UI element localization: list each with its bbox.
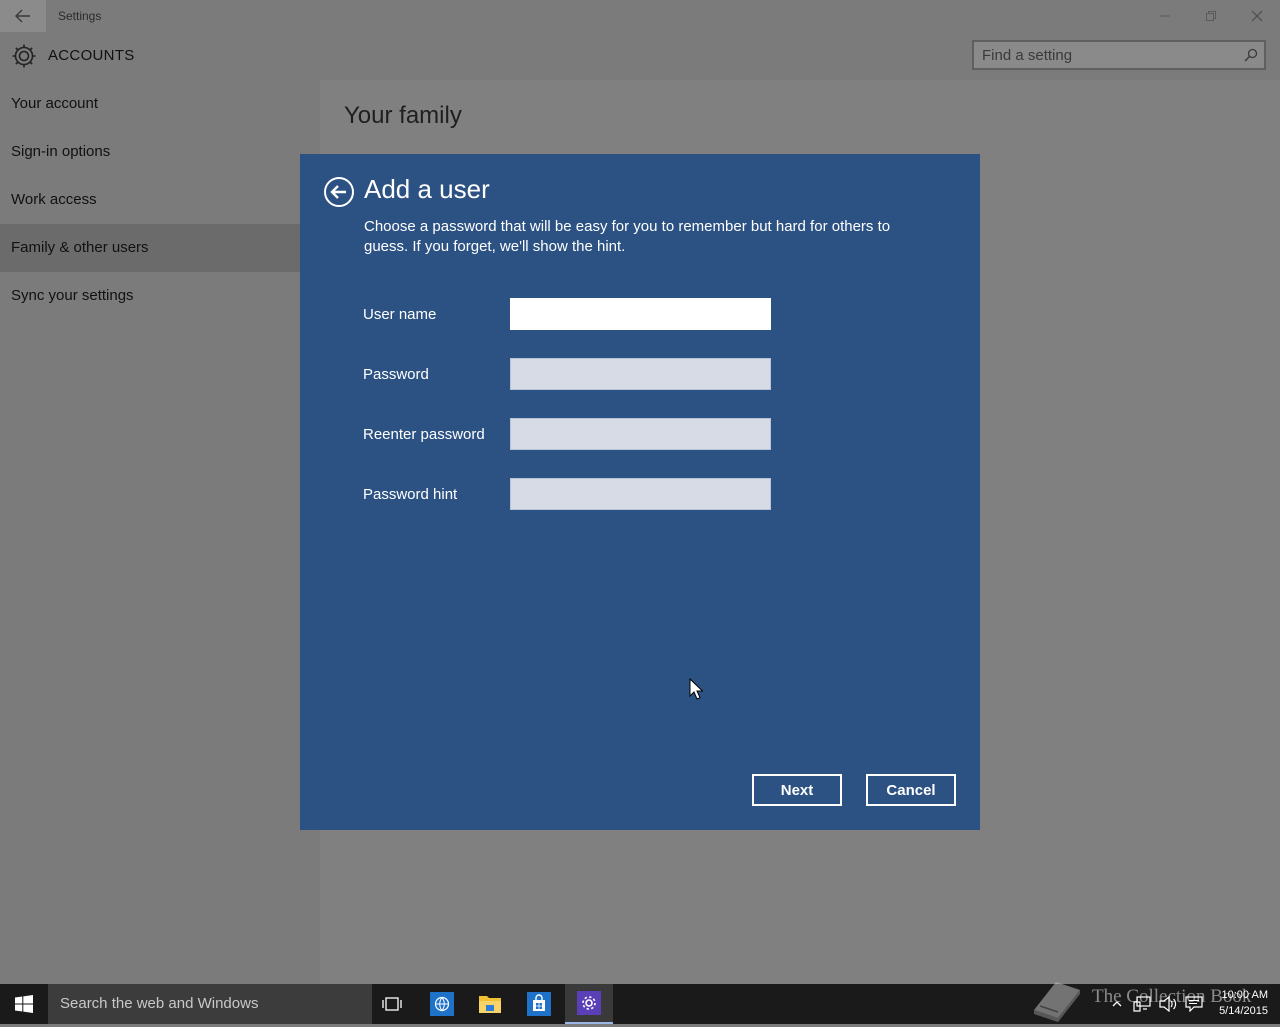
folder-icon xyxy=(479,996,501,1013)
chevron-up-icon xyxy=(1112,1001,1122,1007)
sidebar: Your account Sign-in options Work access… xyxy=(0,80,320,984)
password-label: Password xyxy=(363,366,429,383)
globe-icon xyxy=(430,992,454,1016)
back-arrow-circle-icon[interactable] xyxy=(323,176,355,208)
sidebar-item-family-other-users[interactable]: Family & other users xyxy=(0,224,300,272)
network-icon xyxy=(1133,996,1151,1012)
password-field[interactable] xyxy=(510,358,771,390)
arrow-left-icon xyxy=(15,9,30,23)
file-explorer-button[interactable] xyxy=(466,984,514,1024)
book-icon xyxy=(1034,982,1080,1022)
password-hint-field[interactable] xyxy=(510,478,771,510)
dialog-description: Choose a password that will be easy for … xyxy=(364,218,891,255)
action-center-button[interactable] xyxy=(1182,984,1206,1024)
sidebar-item-sync-settings[interactable]: Sync your settings xyxy=(0,272,300,320)
volume-button[interactable] xyxy=(1156,984,1180,1024)
settings-search-input[interactable] xyxy=(982,42,1232,68)
minimize-icon xyxy=(1160,15,1170,17)
notification-icon xyxy=(1185,996,1203,1012)
window-back-button[interactable] xyxy=(0,0,46,32)
cancel-button[interactable]: Cancel xyxy=(866,774,956,806)
search-icon[interactable] xyxy=(1244,48,1258,62)
app-header: ACCOUNTS xyxy=(0,32,1280,80)
password-hint-label: Password hint xyxy=(363,486,458,503)
gear-icon xyxy=(577,991,601,1015)
show-hidden-icons-button[interactable] xyxy=(1108,984,1126,1024)
next-button[interactable]: Next xyxy=(752,774,842,806)
dialog-title: Add a user xyxy=(364,174,490,204)
page-title: Your family xyxy=(344,102,462,129)
windows-logo-icon xyxy=(15,995,33,1013)
close-button[interactable] xyxy=(1234,0,1280,32)
username-field[interactable] xyxy=(510,298,771,330)
reenter-password-label: Reenter password xyxy=(363,426,485,443)
clock-time: 10:00 AM xyxy=(1221,989,1268,1001)
taskbar-search-text: Search the web and Windows xyxy=(60,995,259,1012)
sidebar-item-sign-in-options[interactable]: Sign-in options xyxy=(0,128,300,176)
username-label: User name xyxy=(363,306,437,323)
taskbar: Search the web and Windows The Collectio… xyxy=(0,982,1280,1024)
app-title: ACCOUNTS xyxy=(48,47,135,64)
add-user-dialog: Add a user Choose a password that will b… xyxy=(300,154,980,830)
close-icon xyxy=(1251,10,1263,22)
speaker-icon xyxy=(1159,996,1177,1012)
window-title: Settings xyxy=(58,9,102,23)
gear-icon xyxy=(12,44,36,68)
taskbar-clock[interactable]: 10:00 AM 5/14/2015 xyxy=(1210,987,1268,1019)
reenter-password-field[interactable] xyxy=(510,418,771,450)
store-bag-icon xyxy=(527,992,551,1016)
clock-date: 5/14/2015 xyxy=(1219,1005,1268,1017)
mouse-cursor-icon xyxy=(689,678,703,700)
task-view-button[interactable] xyxy=(368,984,416,1024)
settings-taskbar-button[interactable] xyxy=(565,984,613,1024)
task-view-icon xyxy=(382,997,402,1011)
minimize-button[interactable] xyxy=(1142,0,1188,32)
title-bar: Settings xyxy=(0,0,1280,32)
sidebar-item-your-account[interactable]: Your account xyxy=(0,80,300,128)
network-button[interactable] xyxy=(1130,984,1154,1024)
settings-search[interactable] xyxy=(972,40,1266,70)
restore-icon xyxy=(1206,11,1216,21)
start-button[interactable] xyxy=(0,984,48,1024)
sidebar-item-work-access[interactable]: Work access xyxy=(0,176,300,224)
store-button[interactable] xyxy=(515,984,563,1024)
restore-button[interactable] xyxy=(1188,0,1234,32)
browser-button[interactable] xyxy=(418,984,466,1024)
taskbar-search[interactable]: Search the web and Windows xyxy=(48,984,372,1024)
